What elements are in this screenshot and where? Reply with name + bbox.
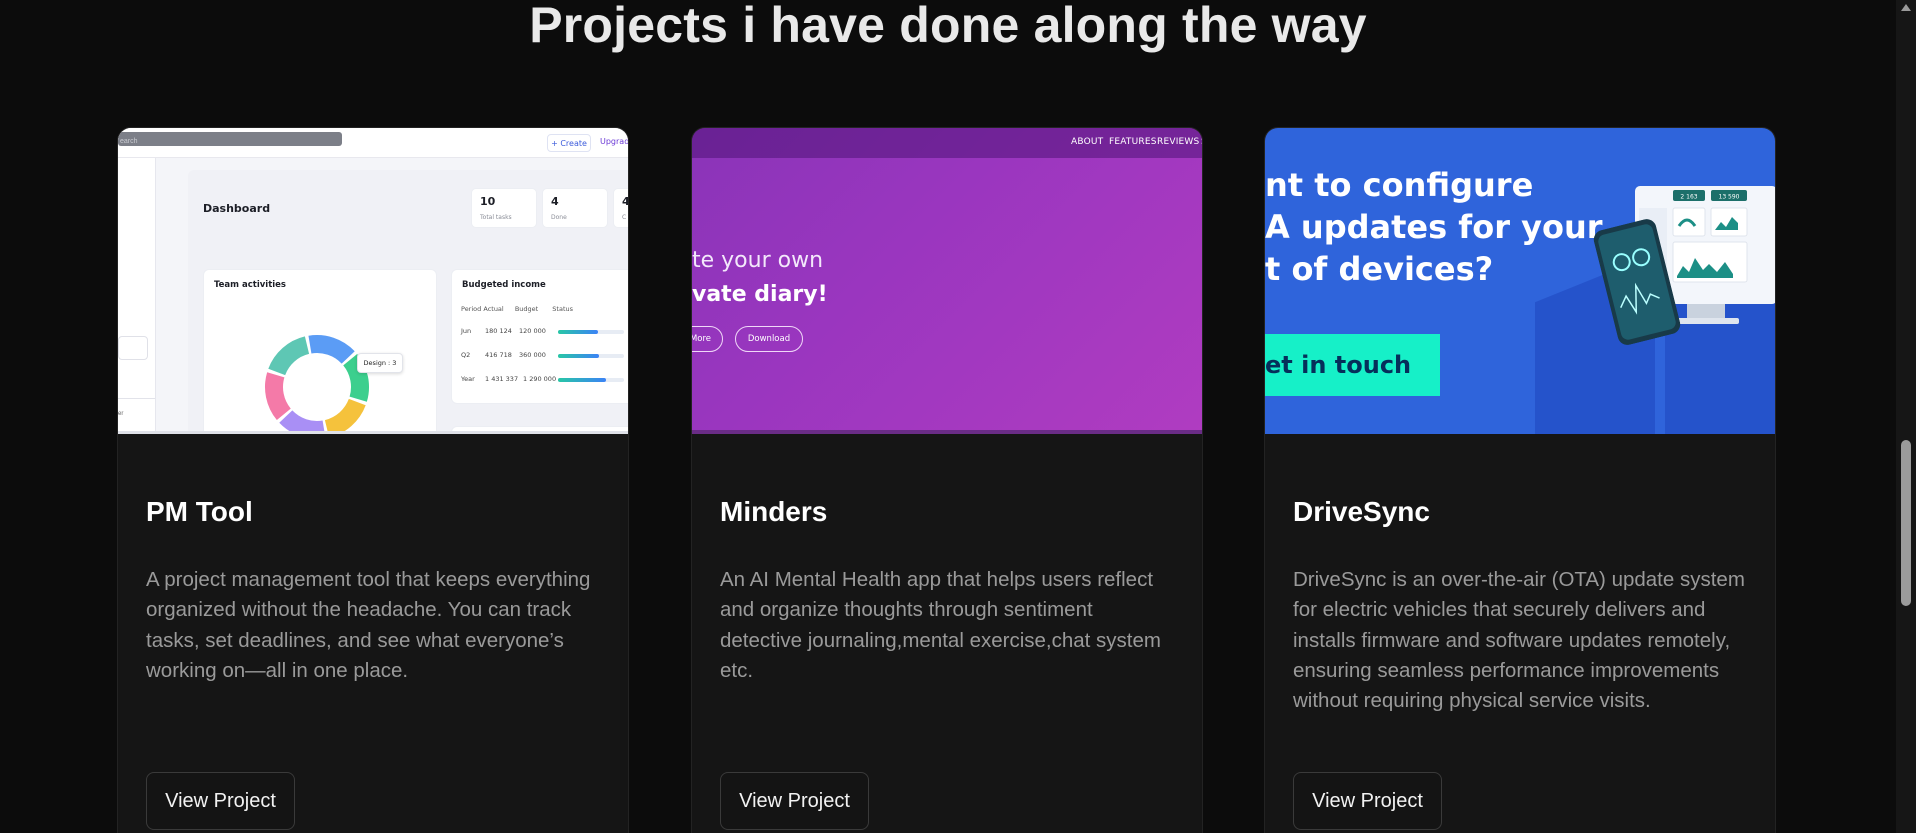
preview-stat-value: 4 <box>551 195 559 208</box>
preview-dashboard-title: Dashboard <box>203 202 271 215</box>
preview-status-bar-fill <box>558 330 598 334</box>
preview-budget-cell: Year <box>461 375 475 383</box>
preview-status-bar <box>558 354 624 358</box>
view-project-button[interactable]: View Project <box>720 772 869 830</box>
pm-tool-preview-image: earch + Create Upgrade er Dashboard 10 T… <box>118 128 629 434</box>
preview-budget-panel: Budgeted income <box>451 269 628 404</box>
preview-stat-label: Done <box>551 214 567 221</box>
preview-budget-cell: 416 718 <box>485 351 512 359</box>
preview-sidebar-divider <box>118 398 155 399</box>
preview-budget-header: Period Actual Budget Status <box>461 305 573 313</box>
view-project-button[interactable]: View Project <box>1293 772 1442 830</box>
preview-stat-card: 4 Done <box>542 188 608 228</box>
preview-upgrade-link: Upgrade <box>600 137 629 146</box>
view-project-button[interactable]: View Project <box>146 772 295 830</box>
preview-get-in-touch-button: et in touch <box>1265 334 1440 396</box>
preview-bottom-border <box>692 430 1202 434</box>
project-description: A project management tool that keeps eve… <box>146 568 591 682</box>
preview-budget-cell: 180 124 <box>485 327 512 335</box>
preview-stat-value: 4 <box>622 195 629 208</box>
preview-searchbar: earch <box>118 132 342 146</box>
preview-status-bar <box>558 330 624 334</box>
preview-headline-line3: t of devices? <box>1265 250 1494 288</box>
preview-budget-header-cell: Period <box>461 305 482 313</box>
preview-bottom-border <box>118 431 628 434</box>
preview-stat-value: 10 <box>480 195 496 208</box>
preview-headline-line2: A updates for your <box>1265 208 1603 246</box>
preview-nav-link: S <box>1201 137 1202 147</box>
preview-nav-link: REVIEWS <box>1157 137 1200 147</box>
project-description: An AI Mental Health app that helps users… <box>720 568 1161 682</box>
preview-budget-cell: 360 000 <box>519 351 546 359</box>
scrollbar-track[interactable] <box>1896 0 1916 833</box>
preview-budget-row: Year 1 431 337 1 290 000 <box>461 375 556 383</box>
preview-budget-header-cell: Status <box>552 305 573 313</box>
preview-download-button: Download <box>735 326 803 352</box>
project-title: PM Tool <box>146 496 253 527</box>
preview-status-bar-fill <box>558 378 606 382</box>
preview-sidebar-text: er <box>118 411 124 417</box>
project-title: Minders <box>720 496 828 527</box>
project-card-pm-tool: earch + Create Upgrade er Dashboard 10 T… <box>117 127 629 833</box>
preview-nav-link: FEATURES <box>1109 137 1157 147</box>
preview-budget-row: Q2 416 718 360 000 <box>461 351 546 359</box>
preview-cta-label: et in touch <box>1265 351 1412 379</box>
preview-stat-card: 10 Total tasks <box>471 188 537 228</box>
monitor-stat: 2 163 <box>1680 194 1697 201</box>
preview-status-bar <box>558 378 624 382</box>
preview-budget-header-cell: Budget <box>514 305 539 313</box>
preview-budget-row: Jun 180 124 120 000 <box>461 327 546 335</box>
minders-preview-image: ABOUT FEATURES REVIEWS S te your own vat… <box>692 128 1202 434</box>
preview-budget-header-cell: Actual <box>483 305 504 313</box>
section-title: Projects i have done along the way <box>529 0 1367 53</box>
preview-chart-tooltip: Design : 3 <box>357 353 403 373</box>
project-card-minders: ABOUT FEATURES REVIEWS S te your own vat… <box>691 127 1203 833</box>
preview-more-button: More <box>692 326 723 352</box>
preview-budget-cell: Jun <box>461 327 472 335</box>
scroll-up-arrow-icon[interactable] <box>1901 4 1911 11</box>
scrollbar-thumb[interactable] <box>1901 440 1911 606</box>
project-title: DriveSync <box>1293 496 1430 527</box>
preview-headline: nt to configure A updates for your t of … <box>1265 164 1603 290</box>
preview-stat-label: Total tasks <box>480 214 512 221</box>
donut-segment <box>308 335 355 364</box>
monitor-stat: 13 590 <box>1719 194 1740 201</box>
donut-segment <box>265 372 291 421</box>
project-card-drivesync: nt to configure A updates for your t of … <box>1264 127 1776 833</box>
project-description: DriveSync is an over-the-air (OTA) updat… <box>1293 568 1745 713</box>
preview-budget-cell: 1 290 000 <box>523 375 557 383</box>
preview-budget-cell: Q2 <box>461 351 471 359</box>
preview-stat-label: C <box>622 214 627 221</box>
preview-sidebar-box <box>118 336 148 360</box>
preview-search-placeholder: earch <box>120 138 138 145</box>
preview-nav-link: ABOUT <box>1071 137 1104 147</box>
preview-budget-cell: 1 431 337 <box>485 375 519 383</box>
donut-segment <box>324 398 366 434</box>
preview-headline-line2: vate diary! <box>692 282 828 307</box>
preview-donut-chart <box>265 335 369 434</box>
preview-headline-line1: nt to configure <box>1265 166 1534 204</box>
preview-headline-line1: te your own <box>692 248 824 273</box>
preview-stat-card: 4 C <box>613 188 629 228</box>
drivesync-preview-image: nt to configure A updates for your t of … <box>1265 128 1775 434</box>
preview-status-bar-fill <box>558 354 599 358</box>
preview-create-button: + Create <box>547 134 591 152</box>
preview-sidebar <box>118 158 156 434</box>
preview-budget-cell: 120 000 <box>519 327 546 335</box>
preview-panel-title: Budgeted income <box>462 280 546 290</box>
preview-panel-title: Team activities <box>214 280 286 290</box>
donut-segment <box>268 336 310 376</box>
